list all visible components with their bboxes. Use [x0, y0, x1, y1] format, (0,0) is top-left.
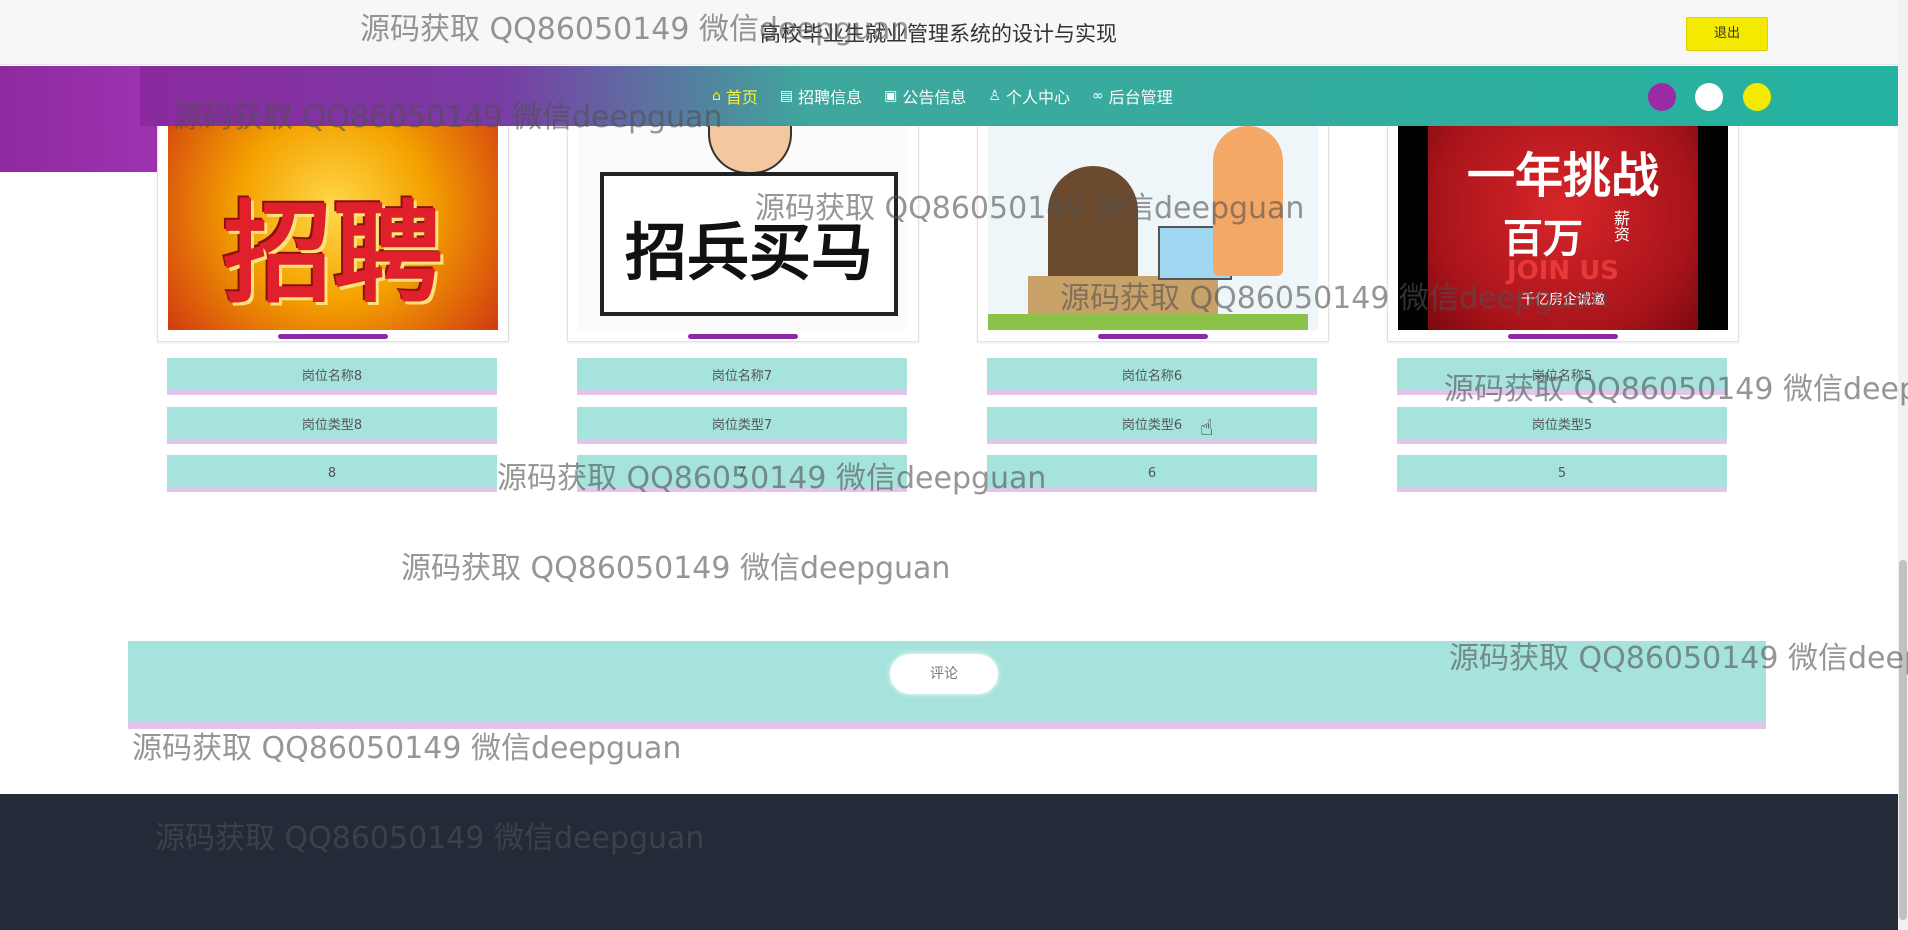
- job-name-pill[interactable]: 岗位名称7: [577, 358, 907, 395]
- job-name-pill[interactable]: 岗位名称5: [1397, 358, 1727, 395]
- job-type-pill[interactable]: 岗位类型5: [1397, 407, 1727, 444]
- job-card[interactable]: 一年挑战 百万 薪资 JOIN US 千亿房企诚邀: [1387, 126, 1739, 342]
- nav-item-label: 后台管理: [1108, 88, 1173, 107]
- illustration-desk: [1028, 276, 1218, 316]
- watermark-text: 源码获取 QQ86050149 微信deepguan: [132, 731, 682, 766]
- job-card[interactable]: 招聘: [157, 126, 509, 342]
- logout-button[interactable]: 退出: [1686, 17, 1768, 51]
- card-accent-bar: [688, 334, 798, 339]
- job-count-pill[interactable]: 7: [577, 455, 907, 492]
- nav-item-profile[interactable]: ♙ 个人中心: [988, 84, 1070, 108]
- image-banner-text: 招兵买马: [624, 216, 873, 289]
- job-type-pill[interactable]: 岗位类型6: [987, 407, 1317, 444]
- job-count-pill[interactable]: 5: [1397, 455, 1727, 492]
- job-name-pill[interactable]: 岗位名称8: [167, 358, 497, 395]
- scrollbar-thumb[interactable]: [1899, 560, 1907, 920]
- job-name-pill[interactable]: 岗位名称6: [987, 358, 1317, 395]
- nav-item-announcements[interactable]: ▣ 公告信息: [884, 84, 966, 108]
- job-image: [988, 126, 1318, 330]
- newspaper-icon: ▤: [779, 88, 794, 104]
- theme-white-dot[interactable]: [1695, 83, 1723, 111]
- image-banner-text: 千亿房企诚邀: [1521, 292, 1605, 308]
- card-accent-bar: [278, 334, 388, 339]
- job-count-pill[interactable]: 8: [167, 455, 497, 492]
- user-icon: ♙: [988, 88, 1001, 104]
- mouse-pointer-icon: ☝: [1200, 416, 1214, 441]
- card-accent-bar: [1098, 334, 1208, 339]
- image-banner-text: 一年挑战: [1466, 148, 1659, 204]
- nav-item-label: 公告信息: [902, 88, 967, 107]
- job-image: 一年挑战 百万 薪资 JOIN US 千亿房企诚邀: [1398, 126, 1728, 330]
- job-count-pill[interactable]: 6: [987, 455, 1317, 492]
- theme-purple-dot[interactable]: [1648, 83, 1676, 111]
- site-title: 高校毕业生就业管理系统的设计与实现: [760, 22, 1117, 46]
- nav-item-label: 首页: [725, 88, 758, 107]
- card-accent-bar: [1508, 334, 1618, 339]
- job-type-pill[interactable]: 岗位类型7: [577, 407, 907, 444]
- home-icon: ⌂: [712, 88, 721, 104]
- theme-yellow-dot[interactable]: [1743, 83, 1771, 111]
- nav-item-home[interactable]: ⌂ 首页: [712, 84, 758, 108]
- watermark-text: 源码获取 QQ86050149 微信deepguan: [401, 551, 951, 586]
- top-header: 高校毕业生就业管理系统的设计与实现 退出: [0, 0, 1898, 65]
- job-card[interactable]: 招兵买马: [567, 126, 919, 342]
- job-image: 招兵买马: [578, 126, 908, 330]
- link-icon: ∞: [1091, 88, 1104, 104]
- nav-item-admin[interactable]: ∞ 后台管理: [1092, 84, 1173, 108]
- nav-item-recruitment[interactable]: ▤ 招聘信息: [780, 84, 862, 108]
- nav-item-label: 个人中心: [1005, 88, 1070, 107]
- illustration-grass: [988, 314, 1308, 330]
- job-image: 招聘: [168, 126, 498, 330]
- comment-button[interactable]: 评论: [890, 654, 998, 694]
- gift-icon: ▣: [884, 88, 898, 104]
- vertical-scrollbar[interactable]: [1898, 0, 1908, 930]
- image-banner-text: 薪资: [1611, 210, 1630, 242]
- illustration-interviewer: [1213, 126, 1283, 276]
- nav-menu: ⌂ 首页 ▤ 招聘信息 ▣ 公告信息 ♙ 个人中心 ∞ 后台管理: [712, 84, 1173, 108]
- image-banner-text: 招聘: [223, 190, 443, 318]
- cartoon-face: [708, 126, 792, 174]
- job-card[interactable]: [977, 126, 1329, 342]
- nav-item-label: 招聘信息: [798, 88, 863, 107]
- job-type-pill[interactable]: 岗位类型8: [167, 407, 497, 444]
- image-banner-text: JOIN US: [1506, 256, 1620, 286]
- page-footer: [0, 794, 1898, 930]
